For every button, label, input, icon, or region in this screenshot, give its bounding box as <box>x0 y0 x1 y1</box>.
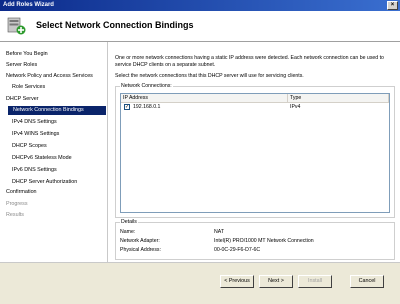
physical-address-value: 00-0C-29-F6-D7-6C <box>214 247 261 253</box>
window-title: Add Roles Wizard <box>3 2 54 8</box>
step-confirmation[interactable]: Confirmation <box>6 188 37 197</box>
list-header: IP Address Type <box>121 94 389 103</box>
step-before-you-begin[interactable]: Before You Begin <box>6 50 48 59</box>
step-dhcp-server[interactable]: DHCP Server <box>6 95 39 104</box>
column-ip-address[interactable]: IP Address <box>121 94 288 102</box>
step-ipv4-wins[interactable]: IPv4 WINS Settings <box>12 130 59 139</box>
close-window-button[interactable]: × <box>387 1 398 10</box>
network-connections-list[interactable]: IP Address Type ✓ 192.168.0.1 IPv4 <box>120 93 390 213</box>
instruction-text: Select the network connections that this… <box>115 73 304 79</box>
next-button[interactable]: Next > <box>259 275 293 288</box>
page-title: Select Network Connection Bindings <box>36 20 194 30</box>
window-title-bar: Add Roles Wizard × <box>0 0 400 11</box>
details-group: Details Name: NAT Network Adapter: Intel… <box>115 219 395 260</box>
adapter-label: Network Adapter: <box>120 238 160 244</box>
wizard-footer: < Previous Next > Install Cancel <box>0 262 400 304</box>
name-value: NAT <box>214 229 224 235</box>
network-connections-label: Network Connections: <box>120 83 173 89</box>
adapter-value: Intel(R) PRO/1000 MT Network Connection <box>214 238 314 244</box>
step-ipv4-dns[interactable]: IPv4 DNS Settings <box>12 118 57 127</box>
step-server-roles[interactable]: Server Roles <box>6 61 37 70</box>
step-dhcp-authorization[interactable]: DHCP Server Authorization <box>12 178 77 187</box>
wizard-header: Select Network Connection Bindings <box>0 11 400 42</box>
step-progress: Progress <box>6 201 28 207</box>
connection-checkbox[interactable]: ✓ <box>124 104 130 110</box>
step-network-policy[interactable]: Network Policy and Access Services <box>6 72 93 81</box>
previous-button[interactable]: < Previous <box>220 275 254 288</box>
network-connections-group: Network Connections: IP Address Type ✓ 1… <box>115 83 395 218</box>
details-label: Details <box>120 219 138 225</box>
step-results: Results <box>6 212 24 218</box>
wizard-content: One or more network connections having a… <box>108 42 400 262</box>
window-controls: × <box>387 1 398 10</box>
intro-text: One or more network connections having a… <box>115 55 384 68</box>
step-network-connection-bindings[interactable]: Network Connection Bindings <box>8 106 106 115</box>
step-dhcpv6-stateless[interactable]: DHCPv6 Stateless Mode <box>12 154 72 163</box>
column-type[interactable]: Type <box>288 94 389 102</box>
wizard-body: Before You Begin Server Roles Network Po… <box>0 42 400 262</box>
table-row[interactable]: ✓ 192.168.0.1 IPv4 <box>121 103 389 111</box>
row-ip-address: 192.168.0.1 <box>133 104 161 110</box>
server-roles-icon <box>7 17 26 35</box>
step-role-services[interactable]: Role Services <box>12 83 45 92</box>
cancel-button[interactable]: Cancel <box>350 275 384 288</box>
name-label: Name: <box>120 229 136 235</box>
physical-address-label: Physical Address: <box>120 247 161 253</box>
install-button: Install <box>298 275 332 288</box>
step-ipv6-dns[interactable]: IPv6 DNS Settings <box>12 166 57 175</box>
wizard-steps-sidebar: Before You Begin Server Roles Network Po… <box>0 42 108 262</box>
step-dhcp-scopes[interactable]: DHCP Scopes <box>12 142 47 151</box>
row-type: IPv4 <box>290 104 301 110</box>
